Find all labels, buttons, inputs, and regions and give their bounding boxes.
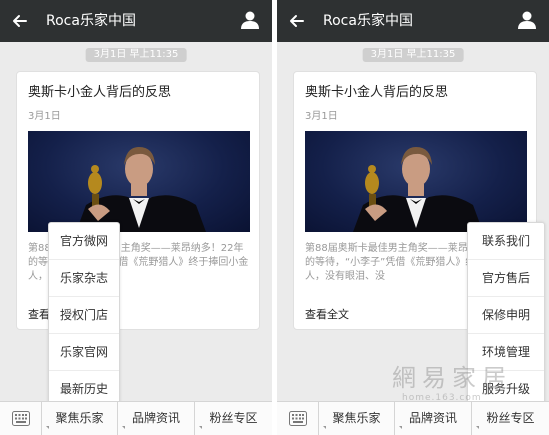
top-bar: Roca乐家中国 (0, 0, 272, 42)
keyboard-icon (12, 411, 30, 426)
keyboard-toggle-button[interactable] (0, 402, 42, 435)
chat-screen-left: Roca乐家中国 3月1日 早上11:35 奥斯卡小金人背后的反思 3月1日 第… (0, 0, 272, 435)
menu-item-after-sales[interactable]: 官方售后 (468, 260, 544, 297)
tab-label: 粉丝专区 (486, 411, 535, 425)
top-bar: Roca乐家中国 (277, 0, 549, 42)
chat-screen-right: Roca乐家中国 3月1日 早上11:35 奥斯卡小金人背后的反思 3月1日 第… (277, 0, 549, 435)
tab-focus-roca[interactable]: 聚焦乐家 (319, 402, 395, 435)
tab-label: 品牌资讯 (131, 411, 180, 425)
keyboard-icon (289, 411, 307, 426)
tab-label: 品牌资讯 (408, 411, 457, 425)
submenu-caret-icon (122, 426, 125, 429)
account-title: Roca乐家中国 (46, 13, 136, 29)
submenu-caret-icon (399, 426, 402, 429)
user-profile-icon[interactable] (517, 10, 537, 30)
back-arrow-icon[interactable] (287, 11, 307, 31)
menu-item-contact-us[interactable]: 联系我们 (468, 223, 544, 260)
tab-fan-zone[interactable]: 粉丝专区 (195, 402, 272, 435)
tab-label: 聚焦乐家 (55, 411, 104, 425)
menu-item-official-microsite[interactable]: 官方微网 (49, 223, 119, 260)
tab-focus-roca[interactable]: 聚焦乐家 (42, 402, 118, 435)
article-date: 3月1日 (305, 111, 338, 122)
keyboard-toggle-button[interactable] (277, 402, 319, 435)
submenu-caret-icon (46, 426, 49, 429)
submenu-caret-icon (323, 426, 326, 429)
article-title: 奥斯卡小金人背后的反思 (305, 85, 449, 100)
submenu-focus-roca: 官方微网 乐家杂志 授权门店 乐家官网 最新历史 (48, 222, 120, 417)
submenu-fan-zone: 联系我们 官方售后 保修申明 环境管理 服务升级 (467, 222, 545, 417)
message-timestamp: 3月1日 早上11:35 (85, 48, 187, 62)
article-title: 奥斯卡小金人背后的反思 (28, 85, 172, 100)
article-cover-image (28, 131, 250, 232)
submenu-caret-icon (476, 426, 479, 429)
menu-item-authorized-stores[interactable]: 授权门店 (49, 297, 119, 334)
bottom-menu-bar: 聚焦乐家 品牌资讯 粉丝专区 (277, 401, 549, 435)
back-arrow-icon[interactable] (10, 11, 30, 31)
tab-brand-news[interactable]: 品牌资讯 (118, 402, 195, 435)
tab-fan-zone[interactable]: 粉丝专区 (472, 402, 549, 435)
menu-item-warranty[interactable]: 保修申明 (468, 297, 544, 334)
menu-item-roca-website[interactable]: 乐家官网 (49, 334, 119, 371)
read-more-link[interactable]: 查看全文 (305, 306, 349, 322)
menu-item-environment[interactable]: 环境管理 (468, 334, 544, 371)
account-title: Roca乐家中国 (323, 13, 413, 29)
menu-item-roca-magazine[interactable]: 乐家杂志 (49, 260, 119, 297)
article-date: 3月1日 (28, 111, 61, 122)
tab-label: 粉丝专区 (209, 411, 258, 425)
tab-label: 聚焦乐家 (332, 411, 381, 425)
tab-brand-news[interactable]: 品牌资讯 (395, 402, 472, 435)
user-profile-icon[interactable] (240, 10, 260, 30)
submenu-caret-icon (199, 426, 202, 429)
bottom-menu-bar: 聚焦乐家 品牌资讯 粉丝专区 (0, 401, 272, 435)
message-timestamp: 3月1日 早上11:35 (362, 48, 464, 62)
article-cover-image (305, 131, 527, 232)
